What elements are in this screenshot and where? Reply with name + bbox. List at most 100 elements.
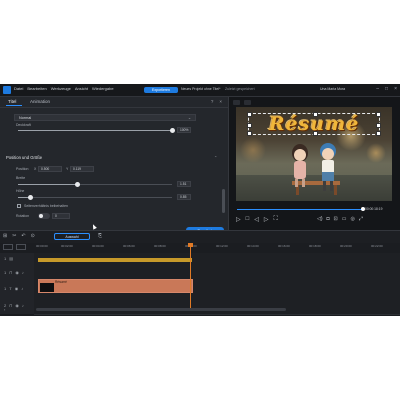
- ruler-tick: 00:02:00: [61, 244, 73, 248]
- track-settings-icon[interactable]: [3, 244, 13, 250]
- audio-icon[interactable]: ♪: [22, 270, 24, 275]
- eye-icon[interactable]: ◉: [15, 286, 19, 291]
- snapshot-icon[interactable]: ◘: [327, 216, 330, 222]
- couple-figurine: [292, 143, 340, 195]
- fullscreen-icon[interactable]: ⛶: [274, 216, 278, 223]
- ruler-tick: 00:14:00: [247, 244, 259, 248]
- audio-icon[interactable]: ♪: [21, 286, 23, 291]
- height-slider-knob[interactable]: [28, 195, 33, 200]
- properties-panel: Titel Animation ? × Normal ⌄ Deckkraft 1…: [0, 97, 229, 235]
- export-button[interactable]: Exportieren: [144, 87, 178, 93]
- audio-track[interactable]: [34, 297, 400, 315]
- previous-frame-icon[interactable]: ◁: [254, 216, 259, 223]
- resize-handle[interactable]: [247, 112, 252, 117]
- undo-icon[interactable]: ↶: [21, 233, 25, 239]
- height-value[interactable]: 0.85: [177, 194, 191, 200]
- menu-item-ansicht[interactable]: Ansicht: [75, 86, 88, 91]
- panel-tabs: Titel Animation ? ×: [0, 97, 228, 108]
- add-media-icon[interactable]: ⊞: [3, 233, 7, 239]
- lock-icon[interactable]: ⊓: [9, 270, 12, 275]
- track-header: 1 T ◉ ♪: [0, 280, 34, 297]
- width-slider[interactable]: [18, 182, 172, 187]
- height-slider[interactable]: [18, 195, 172, 200]
- pos-x-input[interactable]: 0.500: [38, 166, 62, 172]
- scissors-icon[interactable]: ✂: [12, 233, 16, 239]
- minimize-icon[interactable]: –: [376, 86, 379, 92]
- title-bar: Datei Bearbeiten Werkzeuge Ansicht Wiede…: [0, 84, 400, 96]
- maximize-icon[interactable]: □: [385, 86, 388, 92]
- video-preview[interactable]: Résumé: [236, 107, 392, 201]
- width-slider-fill: [18, 184, 77, 185]
- menu-item-wiedergabe[interactable]: Wiedergabe: [92, 86, 114, 91]
- track-header: 1 ⊓ ◉ ♪: [0, 265, 34, 280]
- track-header: 1 ▤: [0, 253, 34, 265]
- chevron-up-icon[interactable]: ⌃: [214, 155, 217, 160]
- next-frame-icon[interactable]: ▷: [264, 216, 269, 223]
- playback-scrubber[interactable]: [237, 207, 365, 211]
- resize-handle[interactable]: [247, 123, 252, 128]
- audio-icon[interactable]: ♪: [22, 303, 24, 308]
- video-clip[interactable]: [38, 258, 192, 262]
- keep-ratio-label: Seitenverhältnis beibehalten: [24, 204, 68, 208]
- selection-tool-tab[interactable]: Auswahl: [54, 233, 90, 240]
- resize-handle[interactable]: [313, 112, 318, 117]
- magnet-icon[interactable]: ⊙: [31, 233, 35, 239]
- ruler-tick: 00:22:00: [371, 244, 383, 248]
- width-value[interactable]: 1.51: [177, 181, 191, 187]
- lock-all-icon[interactable]: [16, 244, 26, 250]
- expand-icon[interactable]: ⤢: [359, 216, 363, 222]
- tab-animation[interactable]: Animation: [30, 99, 50, 104]
- selection-box[interactable]: [247, 112, 381, 136]
- menu-bar: Datei Bearbeiten Werkzeuge Ansicht Wiede…: [14, 86, 114, 91]
- eye-icon[interactable]: ◉: [15, 303, 19, 308]
- rotation-dial-knob: [39, 214, 43, 218]
- width-slider-knob[interactable]: [75, 182, 80, 187]
- user-name[interactable]: Una Maria Mora: [320, 87, 345, 91]
- resize-handle[interactable]: [247, 131, 252, 136]
- opacity-slider[interactable]: [18, 128, 175, 133]
- ruler-tick: 00:12:00: [216, 244, 228, 248]
- ruler-tick: 00:00:00: [36, 244, 48, 248]
- quality-icon[interactable]: ◎: [350, 216, 354, 222]
- window-controls: – □ ×: [376, 86, 397, 92]
- rotation-value[interactable]: 0: [52, 213, 70, 219]
- menu-item-datei[interactable]: Datei: [14, 86, 23, 91]
- timeline-scrollbar[interactable]: [36, 308, 286, 311]
- save-status: Zuletzt gespeichert: [225, 87, 255, 91]
- zoom-out-icon[interactable]: ‹: [4, 307, 5, 312]
- eye-icon[interactable]: ◉: [15, 270, 19, 275]
- opacity-value[interactable]: 100%: [177, 127, 191, 133]
- track-number: 1: [4, 286, 7, 291]
- timeline-tools: ⊞ ✂ ↶ ⊙: [3, 233, 35, 239]
- menu-item-werkzeuge[interactable]: Werkzeuge: [51, 86, 71, 91]
- title-clip[interactable]: Résumé: [38, 279, 193, 293]
- play-icon[interactable]: ▷: [236, 216, 241, 223]
- ruler-tools: [3, 244, 26, 250]
- preview-tool-icon[interactable]: [233, 100, 240, 105]
- playback-controls: 00:00:18:19 ▷ □ ◁ ▷ ⛶ ◁) ◘ ⊡ ▭ ◎ ⤢: [233, 205, 399, 229]
- volume-icon[interactable]: ◁): [317, 216, 323, 222]
- close-icon[interactable]: ×: [394, 86, 397, 92]
- close-panel-icon[interactable]: ×: [219, 99, 222, 104]
- tab-titel[interactable]: Titel: [8, 99, 16, 104]
- keep-ratio-checkbox[interactable]: [17, 204, 21, 208]
- blend-mode-select[interactable]: Normal ⌄: [14, 114, 196, 121]
- pos-y-input[interactable]: 0.119: [70, 166, 94, 172]
- stop-icon[interactable]: □: [246, 216, 250, 223]
- menu-item-bearbeiten[interactable]: Bearbeiten: [27, 86, 46, 91]
- crop-icon[interactable]: ⊡: [334, 216, 338, 222]
- help-icon[interactable]: ?: [211, 99, 214, 104]
- resize-handle[interactable]: [376, 131, 381, 136]
- panel-scrollbar[interactable]: [222, 189, 225, 213]
- rotation-dial[interactable]: [38, 213, 50, 219]
- timeline-ruler[interactable]: 00:00:00 00:02:00 00:04:00 00:06:00 00:0…: [0, 243, 400, 253]
- lock-icon[interactable]: ⊓: [9, 303, 12, 308]
- preview-tool-icon[interactable]: [244, 100, 251, 105]
- display-icon[interactable]: ▭: [342, 216, 347, 222]
- resize-handle[interactable]: [376, 123, 381, 128]
- resize-handle[interactable]: [313, 131, 318, 136]
- resize-handle[interactable]: [376, 112, 381, 117]
- opacity-slider-knob[interactable]: [170, 128, 175, 133]
- link-icon[interactable]: ⎘: [98, 233, 102, 239]
- section-title: Position und Größe: [6, 155, 43, 160]
